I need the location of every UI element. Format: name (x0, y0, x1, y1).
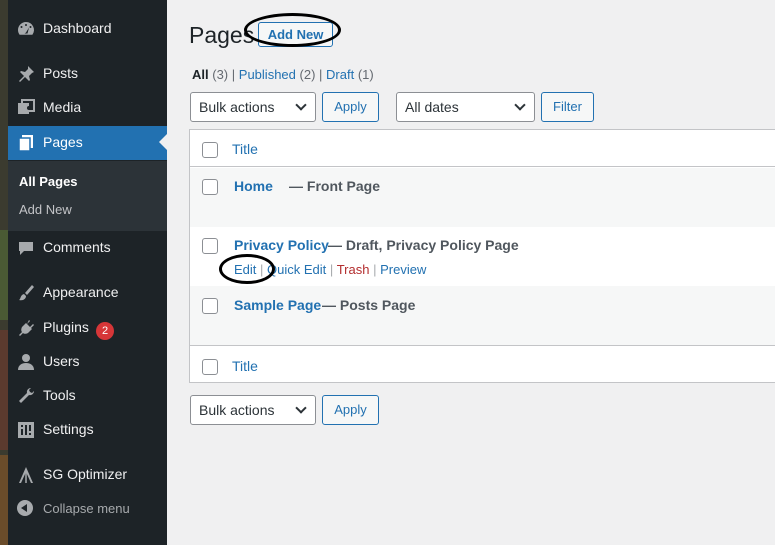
sidebar-item-label: Tools (43, 387, 76, 403)
sg-optimizer-icon (19, 467, 33, 483)
page-title: Pages (189, 22, 255, 48)
row-checkbox[interactable] (202, 298, 218, 314)
column-title-footer[interactable]: Title (232, 358, 258, 374)
row-action-separator: | (373, 262, 377, 277)
filter-published-count: (2) (299, 67, 316, 82)
table-row: Privacy Policy — Draft, Privacy Policy P… (190, 227, 775, 286)
row-post-state: — Front Page (289, 178, 381, 194)
date-filter-select[interactable]: All dates (396, 92, 535, 122)
row-action-trash[interactable]: Trash (337, 262, 370, 277)
sidebar-item-label: Posts (43, 65, 79, 81)
sidebar-item-pages[interactable]: Pages (8, 126, 167, 160)
sidebar-item-label: Settings (43, 421, 94, 437)
table-footer-row: Title (190, 347, 775, 384)
filter-all-count: (3) (212, 67, 229, 82)
media-icon (18, 99, 35, 114)
sidebar-item-plugins[interactable]: Plugins 2 (8, 311, 167, 345)
sidebar-item-label: Plugins (43, 319, 89, 335)
wrench-icon (19, 387, 35, 403)
sidebar-item-label: Media (43, 99, 82, 115)
pages-submenu: All Pages Add New (8, 161, 167, 231)
collapse-menu-label: Collapse menu (43, 501, 130, 516)
row-action-preview[interactable]: Preview (380, 262, 426, 277)
chevron-down-icon (295, 99, 307, 111)
bulk-actions-value: Bulk actions (199, 99, 275, 115)
bulk-actions-select-top[interactable]: Bulk actions (190, 92, 316, 122)
row-action-separator: | (260, 262, 264, 277)
table-header-row: Title (190, 130, 775, 167)
select-all-checkbox[interactable] (202, 142, 218, 158)
column-title-header[interactable]: Title (232, 141, 258, 157)
pages-icon (18, 135, 33, 152)
sidebar-item-settings[interactable]: Settings (8, 413, 167, 447)
row-action-separator: | (329, 262, 334, 277)
sidebar-item-posts[interactable]: Posts (8, 57, 167, 91)
sidebar-item-label: Users (43, 353, 80, 369)
filter-published[interactable]: Published (239, 67, 296, 82)
row-title-link[interactable]: Home (234, 178, 273, 194)
sidebar-item-users[interactable]: Users (8, 345, 167, 379)
bulk-actions-value: Bulk actions (199, 402, 275, 418)
dashboard-icon (18, 22, 34, 35)
row-action-quick-edit[interactable]: Quick Edit (267, 262, 326, 277)
plugins-update-badge: 2 (96, 322, 114, 340)
sidebar-item-label: Pages (43, 134, 83, 150)
chevron-down-icon (514, 99, 526, 111)
row-action-edit[interactable]: Edit (234, 262, 256, 277)
table-row: Home — Front Page (190, 168, 775, 227)
table-row: Sample Page — Posts Page (190, 286, 775, 346)
apply-button-top[interactable]: Apply (322, 92, 379, 122)
brush-icon (19, 285, 34, 301)
sidebar-item-sg-optimizer[interactable]: SG Optimizer (8, 458, 167, 492)
collapse-menu-button[interactable]: Collapse menu (8, 491, 167, 525)
sidebar-item-label: Dashboard (43, 20, 112, 36)
submenu-item-all-pages[interactable]: All Pages (19, 174, 78, 189)
sidebar-item-comments[interactable]: Comments (8, 231, 167, 265)
submenu-item-add-new[interactable]: Add New (19, 202, 72, 217)
comment-icon (19, 242, 33, 255)
row-title-link[interactable]: Sample Page (234, 297, 321, 313)
row-post-state: — Draft, Privacy Policy Page (328, 237, 519, 253)
sidebar-item-label: Appearance (43, 284, 119, 300)
sidebar-item-label: SG Optimizer (43, 466, 128, 482)
row-actions: Edit | Quick Edit | Trash | Preview (234, 262, 426, 277)
bulk-actions-select-bottom[interactable]: Bulk actions (190, 395, 316, 425)
row-checkbox[interactable] (202, 179, 218, 195)
settings-icon (18, 422, 34, 438)
sidebar-item-tools[interactable]: Tools (8, 379, 167, 413)
filter-button[interactable]: Filter (541, 92, 594, 122)
add-new-button[interactable]: Add New (258, 22, 333, 47)
select-all-checkbox-footer[interactable] (202, 359, 218, 375)
user-icon (18, 354, 34, 370)
filter-separator: | (231, 67, 236, 82)
row-post-state: — Posts Page (322, 297, 416, 313)
plug-icon (19, 320, 34, 336)
apply-button-bottom[interactable]: Apply (322, 395, 379, 425)
sidebar-item-dashboard[interactable]: Dashboard (8, 12, 167, 46)
sidebar-item-media[interactable]: Media (8, 91, 167, 125)
status-filter-links: All (3) | Published (2) | Draft (1) (192, 67, 374, 82)
filter-separator: | (319, 67, 323, 82)
date-filter-value: All dates (405, 99, 459, 115)
row-title-link[interactable]: Privacy Policy (234, 237, 329, 253)
filter-all[interactable]: All (192, 67, 209, 82)
pin-icon (19, 66, 34, 82)
chevron-down-icon (295, 402, 307, 414)
admin-sidebar: Dashboard Posts Media Pages All Pages Ad… (8, 0, 167, 545)
sidebar-item-appearance[interactable]: Appearance (8, 276, 167, 310)
row-checkbox[interactable] (202, 238, 218, 254)
sidebar-item-label: Comments (43, 239, 111, 255)
filter-draft-count: (1) (357, 67, 374, 82)
filter-draft[interactable]: Draft (326, 67, 354, 82)
collapse-arrow-icon (17, 500, 33, 516)
pages-table: Title Home — Front Page Privacy Policy —… (189, 129, 775, 383)
background-strip (0, 0, 8, 545)
